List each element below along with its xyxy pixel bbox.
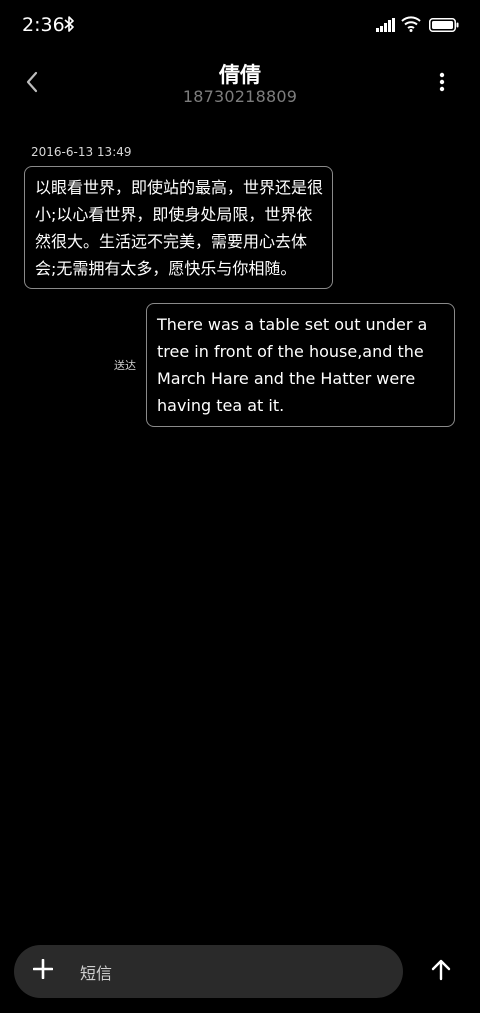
more-vertical-icon xyxy=(439,72,445,96)
status-time: 2:36 xyxy=(22,14,65,36)
signal-icon xyxy=(376,17,396,36)
more-options-button[interactable] xyxy=(428,66,456,102)
add-attachment-button[interactable] xyxy=(30,958,56,984)
incoming-message-bubble[interactable]: 以眼看世界，即使站的最高，世界还是很小;以心看世界，即使身处局限，世界依然很大。… xyxy=(24,166,333,289)
status-bar: 2:36 xyxy=(0,0,480,52)
contact-name: 倩倩 xyxy=(219,63,261,87)
contact-number: 18730218809 xyxy=(182,87,298,106)
plus-icon xyxy=(32,958,54,983)
message-timestamp: 2016-6-13 13:49 xyxy=(31,145,132,159)
outgoing-message-bubble[interactable]: There was a table set out under a tree i… xyxy=(146,303,455,427)
bluetooth-icon xyxy=(64,15,74,37)
send-button[interactable] xyxy=(426,957,456,987)
wifi-icon xyxy=(401,16,421,36)
sms-conversation-screen: 2:36 倩倩 18730218809 2016-6-13 13:49 以眼看世… xyxy=(0,0,480,1013)
message-input[interactable] xyxy=(78,957,382,989)
battery-icon xyxy=(429,17,459,36)
delivery-status: 送达 xyxy=(114,359,136,372)
message-composer xyxy=(14,945,403,998)
send-arrow-icon xyxy=(431,959,451,985)
